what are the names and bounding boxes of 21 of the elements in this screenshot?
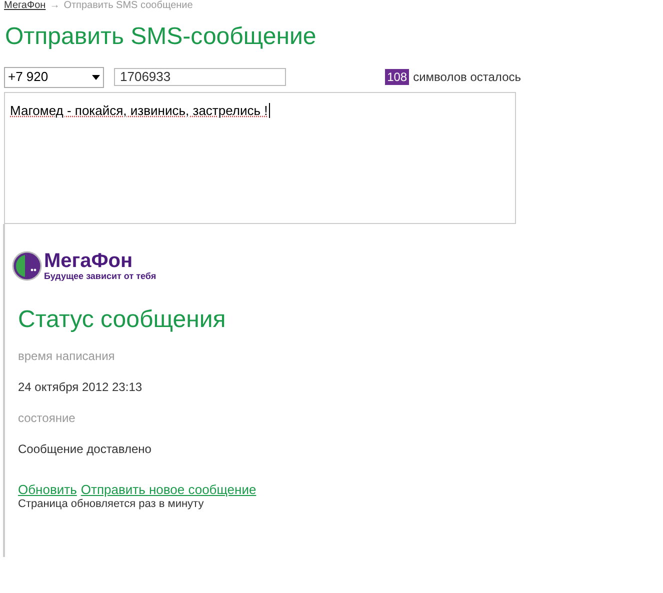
link[interactable]: Отправить новое сообщение: [80, 482, 256, 497]
caret-icon: [92, 74, 100, 80]
link[interactable]: Обновить: [18, 482, 77, 497]
page-title: Отправить SMS-сообщение: [4, 22, 318, 52]
counter-label: символов осталось: [413, 69, 521, 86]
field-value: Сообщение доставлено: [18, 441, 152, 458]
refresh-note: Страница обновляется раз в минуту: [17, 497, 205, 511]
breadcrumb-link[interactable]: МегаФон: [4, 0, 46, 12]
breadcrumb-current: Отправить SMS сообщение: [64, 0, 193, 12]
status-title: Статус сообщения: [17, 305, 227, 335]
logo-icon: [12, 250, 42, 280]
character-counter: 108: [385, 69, 410, 85]
logo-wordmark: МегаФон: [44, 250, 134, 272]
field-label: время написания: [18, 348, 116, 365]
phone-number-field[interactable]: 1706933: [114, 68, 286, 86]
field-value: 24 октября 2012 23:13: [18, 379, 144, 396]
prefix-dropdown[interactable]: +7 920: [4, 66, 104, 88]
message-field[interactable]: Магомед - покайся, извинись, застрелись !: [4, 92, 516, 224]
breadcrumb-separator: →: [50, 0, 60, 12]
field-label: состояние: [18, 410, 76, 427]
logo-tagline: Будущее зависит от тебя: [44, 272, 156, 281]
